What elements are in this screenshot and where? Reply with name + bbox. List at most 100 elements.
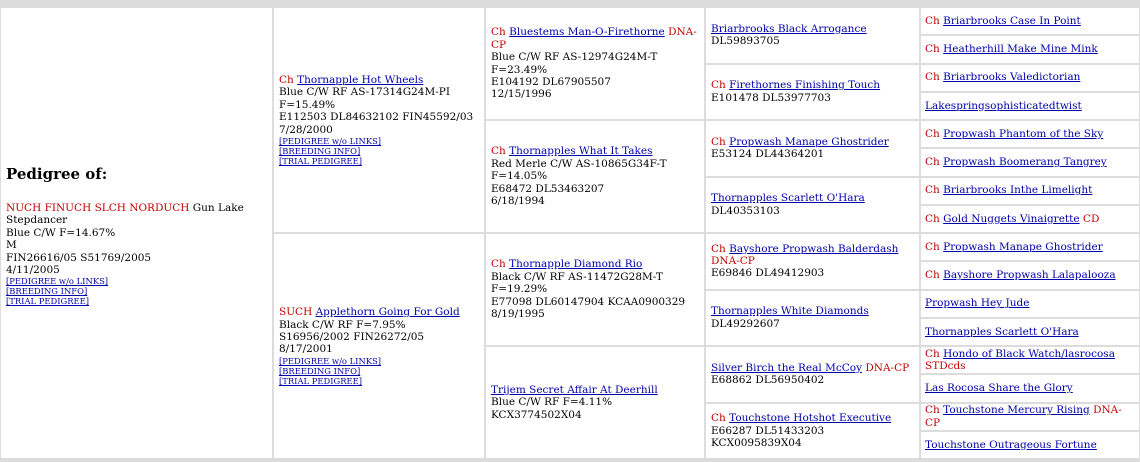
dog-entry: Thornapples Scarlett O'Hara [925,326,1135,338]
dog-title: Ch [279,73,294,86]
dog-name-link[interactable]: Propwash Manape Ghostrider [943,241,1103,253]
dog-detail-line: E69846 DL49412903 [711,267,825,280]
grandparent-cell: Ch Bluestems Man-O-Firethorne DNA-CP Blue… [486,8,704,119]
breeding-info-link[interactable]: [BREEDING INFO] [6,286,267,296]
gen4-cell: Ch Propwash Manape Ghostrider [921,234,1139,261]
dog-name-link[interactable]: Bayshore Propwash Balderdash [729,243,898,255]
dog-entry: Ch Propwash Boomerang Tangrey [925,156,1135,168]
dog-name-link[interactable]: Thornapples Scarlett O'Hara [711,192,865,204]
gen4-cell: Ch Briarbrooks Valedictorian [921,64,1139,91]
dog-entry: SUCH Applethorn Going For Gold [279,306,479,318]
great-grandparent-cell: Thornapples White Diamonds DL49292607 [706,290,919,345]
grandparent-cell: Ch Thornapples What It Takes Red Merle C/… [486,121,704,232]
dog-name-link[interactable]: Propwash Manape Ghostrider [729,136,889,148]
dog-detail-line: Black C/W RF AS-11472G28M-T [491,270,663,283]
dog-name-link[interactable]: Las Rocosa Share the Glory [925,382,1073,394]
gen4-cell: Ch Hondo of Black Watch/lasrocosa STDcds [921,347,1139,374]
gen4-cell: Propwash Hey Jude [921,290,1139,317]
dog-name-link[interactable]: Applethorn Going For Gold [316,306,460,318]
dog-entry: Briarbrooks Black Arrogance [711,23,914,35]
dog-title-suffix: STDcds [925,360,966,373]
dog-detail-line: F=19.29% [491,283,548,296]
dog-name-link[interactable]: Briarbrooks Black Arrogance [711,23,867,35]
gen4-cell: Ch Gold Nuggets Vinaigrette CD [921,205,1139,232]
pedigree-no-links-link[interactable]: [PEDIGREE w/o LINKS] [279,136,479,146]
dog-name-link[interactable]: Lakespringsophisticatedtwist [925,100,1082,112]
dog-entry: Ch Bayshore Propwash Balderdash DNA-CP [711,243,914,268]
dog-name-link[interactable]: Briarbrooks Valedictorian [943,71,1080,83]
dog-name-link[interactable]: Trijem Secret Affair At Deerhill [491,384,658,396]
dog-link-group: [PEDIGREE w/o LINKS] [BREEDING INFO] [TRIA… [279,356,479,386]
gen4-cell: Lakespringsophisticatedtwist [921,92,1139,119]
dog-entry: Silver Birch the Real McCoy DNA-CP [711,362,914,374]
gen4-cell: Touchstone Outrageous Fortune [921,431,1139,458]
dog-name-link[interactable]: Briarbrooks Inthe Limelight [943,184,1092,196]
trial-pedigree-link[interactable]: [TRIAL PEDIGREE] [279,376,479,386]
subject-detail-dob: 4/11/2005 [6,264,60,277]
dog-entry: Thornapples White Diamonds [711,305,914,317]
dog-name-link[interactable]: Thornapple Diamond Rio [509,258,642,270]
subject-cell: Pedigree of: NUCH FINUCH SLCH NORDUCH Gun… [1,8,272,458]
dog-detail-line: 6/18/1994 [491,195,545,208]
dog-name-link[interactable]: Thornapple Hot Wheels [297,74,423,86]
dog-title: Ch [711,135,726,148]
breeding-info-link[interactable]: [BREEDING INFO] [279,146,479,156]
dog-name-link[interactable]: Heatherhill Make Mine Mink [943,43,1098,55]
dog-name-link[interactable]: Touchstone Outrageous Fortune [925,439,1097,451]
dog-name-link[interactable]: Bluestems Man-O-Firethorne [509,26,665,38]
dog-title: Ch [925,212,940,225]
dog-entry: Propwash Hey Jude [925,297,1135,309]
subject-titles: NUCH FINUCH SLCH NORDUCH [6,201,190,214]
dog-title-suffix: DNA-CP [865,361,910,374]
dog-link-group: [PEDIGREE w/o LINKS] [BREEDING INFO] [TRIA… [279,136,479,166]
dog-entry: Ch Heatherhill Make Mine Mink [925,43,1135,55]
dog-entry: Las Rocosa Share the Glory [925,382,1135,394]
dog-name-link[interactable]: Hondo of Black Watch/lasrocosa [943,348,1115,360]
dog-title: Ch [925,404,940,417]
great-grandparent-cell: Ch Bayshore Propwash Balderdash DNA-CP E6… [706,234,919,289]
dog-name-link[interactable]: Propwash Phantom of the Sky [943,128,1103,140]
dog-name-link[interactable]: Thornapples What It Takes [509,145,652,157]
trial-pedigree-link[interactable]: [TRIAL PEDIGREE] [279,156,479,166]
dog-detail-line: Red Merle C/W AS-10865G34F-T [491,157,667,170]
dog-name-link[interactable]: Thornapples White Diamonds [711,305,869,317]
dog-entry: Lakespringsophisticatedtwist [925,100,1135,112]
dog-name-link[interactable]: Touchstone Mercury Rising [943,404,1090,416]
dog-detail-line: E53124 DL44364201 [711,148,825,161]
dog-detail-line: E68472 DL53463207 [491,182,605,195]
dog-title: Ch [711,242,726,255]
pedigree-no-links-link[interactable]: [PEDIGREE w/o LINKS] [279,356,479,366]
dog-entry: Ch Thornapple Diamond Rio [491,258,699,270]
dog-entry: Ch Hondo of Black Watch/lasrocosa STDcds [925,348,1135,373]
dog-title: Ch [491,145,506,158]
dog-name-link[interactable]: Briarbrooks Case In Point [943,15,1081,27]
dog-name-link[interactable]: Gold Nuggets Vinaigrette [943,213,1079,225]
dog-title: Ch [925,14,940,27]
pedigree-no-links-link[interactable]: [PEDIGREE w/o LINKS] [6,276,267,286]
dog-name-link[interactable]: Propwash Hey Jude [925,297,1029,309]
pedigree-heading: Pedigree of: [6,164,108,183]
dog-name-link[interactable]: Silver Birch the Real McCoy [711,362,862,374]
dog-name-link[interactable]: Thornapples Scarlett O'Hara [925,326,1079,338]
dog-entry: Ch Touchstone Hotshot Executive [711,412,914,424]
dog-name-link[interactable]: Propwash Boomerang Tangrey [943,156,1107,168]
dog-entry: Ch Bayshore Propwash Lalapalooza [925,269,1135,281]
dog-title: Ch [925,347,940,360]
subject-detail-color-line: Blue C/W F=14.67% [6,226,116,239]
breeding-info-link[interactable]: [BREEDING INFO] [279,366,479,376]
dog-detail-line: Black C/W RF F=7.95% [279,318,406,331]
gen4-cell: Ch Propwash Phantom of the Sky [921,121,1139,148]
dog-detail-line: 12/15/1996 [491,88,552,101]
dog-title: Ch [925,127,940,140]
dog-name-link[interactable]: Bayshore Propwash Lalapalooza [943,269,1115,281]
gen4-cell: Ch Heatherhill Make Mine Mink [921,36,1139,63]
dog-detail-line: Blue C/W RF AS-12974G24M-T [491,51,658,64]
trial-pedigree-link[interactable]: [TRIAL PEDIGREE] [6,296,267,306]
dog-title: Ch [491,26,506,39]
gen4-cell: Thornapples Scarlett O'Hara [921,318,1139,345]
dog-name-link[interactable]: Touchstone Hotshot Executive [729,412,891,424]
dog-name-link[interactable]: Firethornes Finishing Touch [729,79,880,91]
gen4-cell: Ch Bayshore Propwash Lalapalooza [921,262,1139,289]
dog-entry: Ch Gold Nuggets Vinaigrette CD [925,213,1135,225]
subject-link-group: [PEDIGREE w/o LINKS] [BREEDING INFO] [TRIA… [6,276,267,306]
